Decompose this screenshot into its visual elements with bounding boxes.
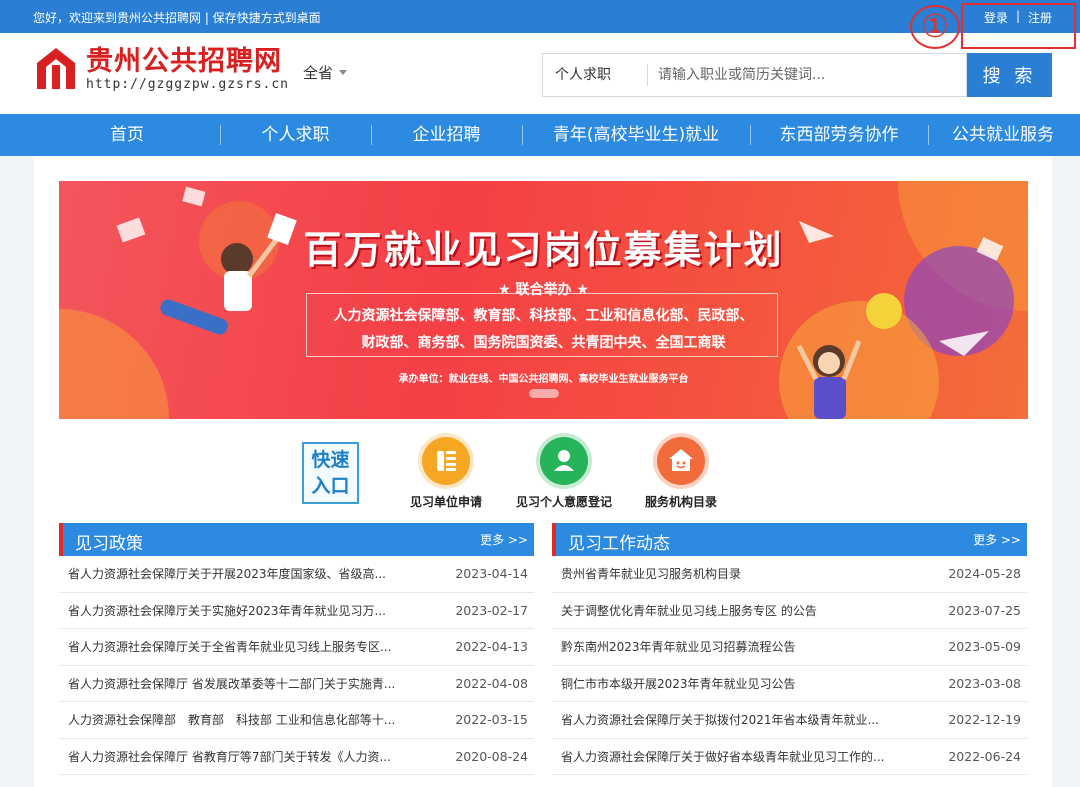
list-item[interactable]: 黔东南州2023年青年就业见习招募流程公告 2023-05-09 <box>552 629 1027 666</box>
quick-entry-badge: 快速 入口 <box>302 442 359 504</box>
list-item[interactable]: 省人力资源社会保障厅 省发展改革委等十二部门关于实施青... 2022-04-08 <box>59 666 534 702</box>
document-list-icon <box>422 437 470 485</box>
list-item-title: 铜仁市市本级开展2023年青年就业见习公告 <box>561 676 796 691</box>
list-item-date: 2022-12-19 <box>948 712 1021 728</box>
list-item[interactable]: 省人力资源社会保障厅关于拟拨付2021年省本级青年就业... 2022-12-19 <box>552 702 1027 739</box>
policy-more-link[interactable]: 更多 >> <box>480 531 528 548</box>
quick-item-unit-application[interactable]: 见习单位申请 <box>381 437 511 510</box>
nav-item-east-west-labor[interactable]: 东西部劳务协作 <box>750 114 928 156</box>
quick-item-label: 见习个人意愿登记 <box>515 495 612 509</box>
region-label: 全省 <box>303 64 334 82</box>
nav-item-public-service[interactable]: 公共就业服务 <box>928 114 1078 156</box>
list-item-title: 贵州省青年就业见习服务机构目录 <box>561 567 742 582</box>
nav-item-enterprise-recruit[interactable]: 企业招聘 <box>371 114 522 156</box>
quick-entry-badge-line-2: 入口 <box>311 475 350 497</box>
list-item[interactable]: 省人力资源社会保障厅关于实施好2023年青年就业见习万... 2023-02-17 <box>59 593 534 629</box>
list-item-date: 2024-05-28 <box>948 566 1021 582</box>
list-item-date: 2023-03-08 <box>948 675 1021 691</box>
nav-item-home[interactable]: 首页 <box>34 114 220 156</box>
main-nav: 首页 个人求职 企业招聘 青年(高校毕业生)就业 东西部劳务协作 公共就业服务 <box>0 114 1080 156</box>
chevron-down-icon <box>339 70 348 75</box>
list-item-title: 省人力资源社会保障厅关于实施好2023年青年就业见习万... <box>68 603 386 618</box>
logo-url: http://gzggzpw.gzsrs.cn <box>86 76 290 92</box>
news-panel-title: 见习工作动态 <box>568 534 670 554</box>
search-button[interactable]: 搜 索 <box>967 53 1052 97</box>
quick-item-label: 服务机构目录 <box>644 495 717 509</box>
list-item-date: 2023-05-09 <box>948 639 1021 655</box>
region-selector[interactable]: 全省 <box>303 62 348 83</box>
list-item-title: 省人力资源社会保障厅关于拟拨付2021年省本级青年就业... <box>561 713 879 728</box>
list-item-title: 省人力资源社会保障厅 省发展改革委等十二部门关于实施青... <box>68 676 396 691</box>
nav-item-youth-employment[interactable]: 青年(高校毕业生)就业 <box>522 114 750 156</box>
annotation-number-marker: ① <box>910 5 960 49</box>
list-item[interactable]: 省人力资源社会保障厅 省教育厅等7部门关于转发《人力资... 2020-08-24 <box>59 739 534 775</box>
list-item-date: 2022-03-15 <box>455 712 528 728</box>
list-item-date: 2022-04-08 <box>455 675 528 691</box>
news-more-link[interactable]: 更多 >> <box>973 531 1021 548</box>
policy-panel-title: 见习政策 <box>75 534 143 554</box>
list-item-title: 省人力资源社会保障厅关于开展2023年度国家级、省级高... <box>68 567 386 582</box>
list-item[interactable]: 省人力资源社会保障厅关于开展2023年度国家级、省级高... 2023-04-14 <box>59 556 534 593</box>
quick-item-personal-registration[interactable]: 见习个人意愿登记 <box>499 437 629 510</box>
person-icon <box>540 437 588 485</box>
site-header: 贵州公共招聘网 http://gzggzpw.gzsrs.cn 全省 个人求职 … <box>0 33 1080 114</box>
search-input[interactable] <box>648 67 966 83</box>
news-panel: 见习工作动态 更多 >> 贵州省青年就业见习服务机构目录 2024-05-28 关… <box>552 523 1027 775</box>
list-item-title: 省人力资源社会保障厅关于做好省本级青年就业见习工作的... <box>561 749 885 764</box>
quick-item-label: 见习单位申请 <box>409 495 482 509</box>
policy-panel-header: 见习政策 更多 >> <box>59 523 534 556</box>
list-item-date: 2023-02-17 <box>455 602 528 618</box>
logo-title: 贵州公共招聘网 <box>86 45 282 77</box>
list-item[interactable]: 关于调整优化青年就业见习线上服务专区 的公告 2023-07-25 <box>552 593 1027 629</box>
list-item-date: 2020-08-24 <box>455 748 528 764</box>
list-item[interactable]: 省人力资源社会保障厅关于做好省本级青年就业见习工作的... 2022-06-24 <box>552 739 1027 775</box>
list-item-title: 黔东南州2023年青年就业见习招募流程公告 <box>561 640 796 655</box>
list-item-date: 2023-07-25 <box>948 602 1021 618</box>
search-type-selector[interactable]: 个人求职 <box>543 64 648 86</box>
banner-organizers-line-1: 人力资源社会保障部、教育部、科技部、工业和信息化部、民政部、 <box>333 308 754 324</box>
quick-entry-badge-line-1: 快速 <box>311 449 350 471</box>
logo-icon <box>37 48 75 89</box>
carousel-indicator[interactable] <box>529 389 559 398</box>
banner-host-units: 承办单位：就业在线、中国公共招聘网、高校毕业生就业服务平台 <box>398 374 689 385</box>
house-icon <box>657 437 705 485</box>
search-box: 个人求职 <box>542 53 967 97</box>
list-item-date: 2022-04-13 <box>455 639 528 655</box>
list-item-title: 关于调整优化青年就业见习线上服务专区 的公告 <box>561 603 817 618</box>
policy-panel: 见习政策 更多 >> 省人力资源社会保障厅关于开展2023年度国家级、省级高..… <box>59 523 534 775</box>
site-logo[interactable]: 贵州公共招聘网 http://gzggzpw.gzsrs.cn <box>32 45 289 93</box>
list-item-date: 2022-06-24 <box>948 748 1021 764</box>
quick-item-service-directory[interactable]: 服务机构目录 <box>616 437 746 510</box>
list-item-title: 省人力资源社会保障厅关于全省青年就业见习线上服务专区... <box>68 640 392 655</box>
annotation-highlight-box <box>961 3 1076 49</box>
banner-title: 百万就业见习岗位募集计划 <box>303 228 784 272</box>
list-item[interactable]: 人力资源社会保障部 教育部 科技部 工业和信息化部等十... 2022-03-15 <box>59 702 534 739</box>
list-item[interactable]: 省人力资源社会保障厅关于全省青年就业见习线上服务专区... 2022-04-13 <box>59 629 534 666</box>
list-item-title: 省人力资源社会保障厅 省教育厅等7部门关于转发《人力资... <box>68 749 391 764</box>
promo-banner[interactable]: 百万就业见习岗位募集计划 ★ 联合举办 ★ 人力资源社会保障部、教育部、科技部、… <box>59 181 1028 419</box>
news-panel-header: 见习工作动态 更多 >> <box>552 523 1027 556</box>
list-item[interactable]: 贵州省青年就业见习服务机构目录 2024-05-28 <box>552 556 1027 593</box>
nav-item-job-seeking[interactable]: 个人求职 <box>220 114 371 156</box>
list-item-title: 人力资源社会保障部 教育部 科技部 工业和信息化部等十... <box>68 713 396 728</box>
list-item-date: 2023-04-14 <box>455 566 528 582</box>
banner-organizers-line-2: 财政部、商务部、国务院国资委、共青团中央、全国工商联 <box>361 335 726 351</box>
welcome-text[interactable]: 您好，欢迎来到贵州公共招聘网 | 保存快捷方式到桌面 <box>33 9 321 26</box>
list-item[interactable]: 铜仁市市本级开展2023年青年就业见习公告 2023-03-08 <box>552 666 1027 702</box>
